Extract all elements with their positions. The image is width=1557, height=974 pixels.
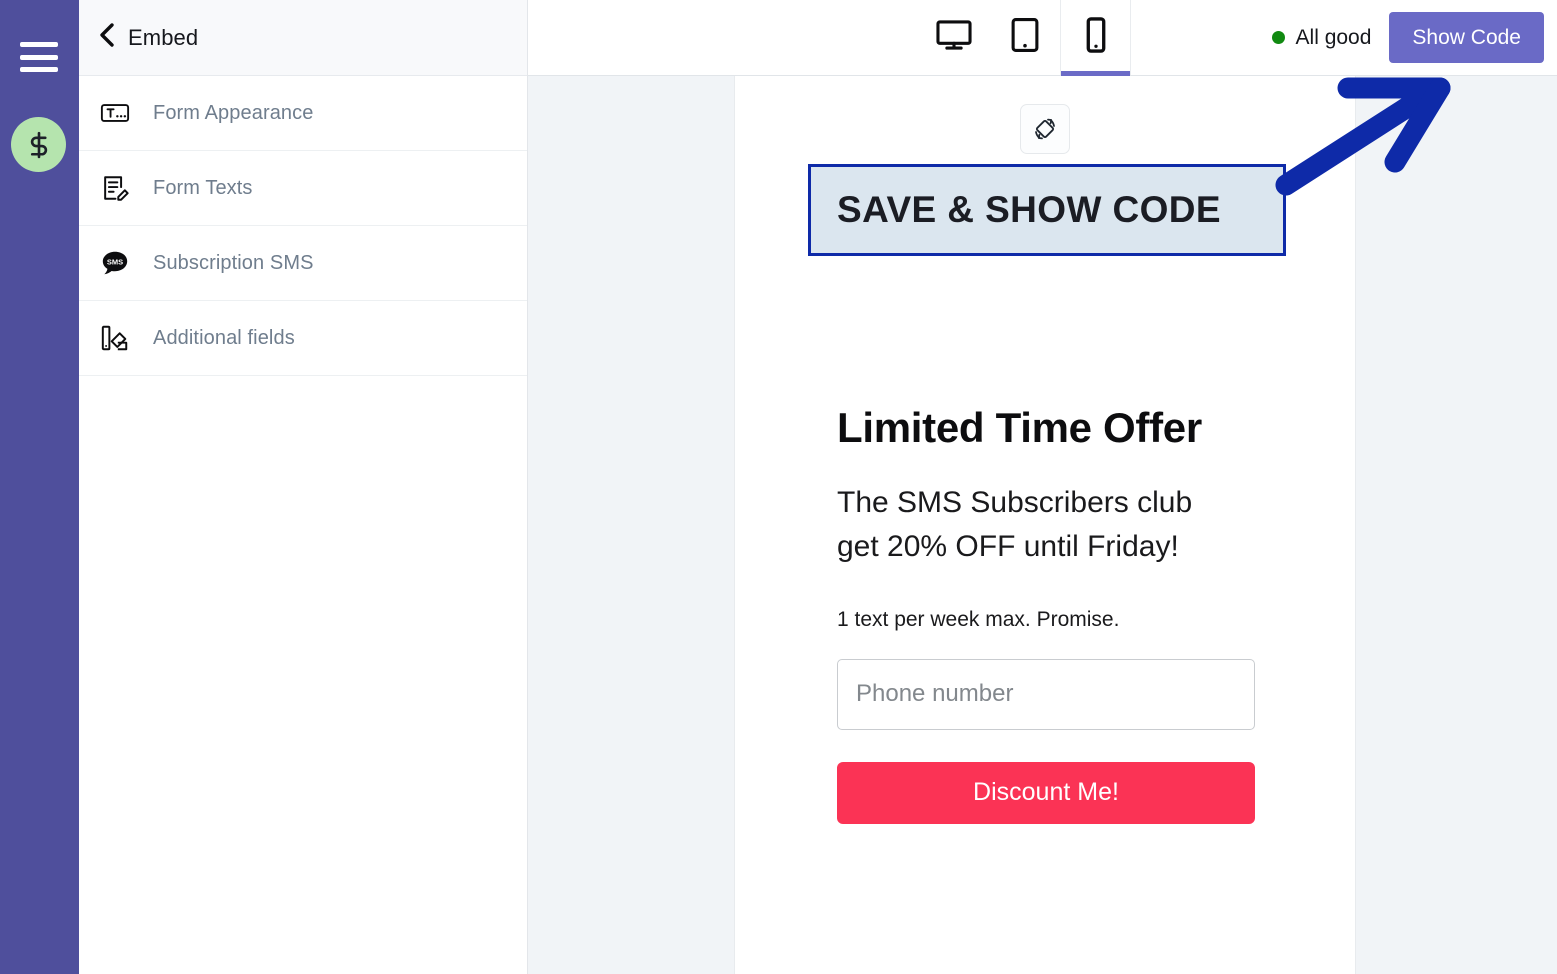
left-nav-rail [0, 0, 79, 974]
save-and-show-code-label: SAVE & SHOW CODE [837, 189, 1221, 230]
save-and-show-code-highlight[interactable]: SAVE & SHOW CODE [808, 164, 1286, 256]
phone-number-input[interactable] [837, 658, 1255, 730]
form-subheading: The SMS Subscribers club get 20% OFF unt… [837, 486, 1193, 564]
color-swatch-icon [98, 321, 132, 355]
device-tab-tablet[interactable] [989, 0, 1060, 75]
svg-text:SMS: SMS [107, 258, 123, 267]
dollar-sign-icon[interactable] [11, 117, 66, 172]
app-root: Embed Form Appearance Form Texts SMS Sub… [0, 0, 1557, 974]
status-dot-icon [1271, 31, 1285, 44]
desktop-monitor-icon [935, 16, 973, 59]
device-tabs [918, 0, 1131, 76]
settings-panel: Embed Form Appearance Form Texts SMS Sub… [79, 0, 528, 974]
tablet-icon [1006, 16, 1044, 59]
status-badge: All good [1271, 25, 1372, 50]
form-heading: Limited Time Offer [837, 404, 1202, 451]
sidebar-item-form-appearance[interactable]: Form Appearance [79, 76, 527, 151]
settings-list: Form Appearance Form Texts SMS Subscript… [79, 76, 527, 974]
hamburger-bar [20, 42, 58, 47]
form-note: 1 text per week max. Promise. [837, 607, 1120, 631]
toolbar-right: All good Show Code [1271, 0, 1557, 75]
sidebar-item-additional-fields[interactable]: Additional fields [79, 301, 527, 376]
mobile-preview-frame: SAVE & SHOW CODE Limited Time Offer The … [735, 76, 1355, 974]
sidebar-item-label: Subscription SMS [153, 251, 314, 274]
sidebar-item-label: Form Appearance [153, 101, 314, 124]
device-tab-mobile[interactable] [1060, 0, 1131, 76]
discount-me-button[interactable]: Discount Me! [837, 761, 1255, 824]
text-field-icon [98, 96, 132, 130]
document-edit-icon [98, 171, 132, 205]
hamburger-bar [20, 67, 58, 72]
sms-bubble-icon: SMS [98, 246, 132, 280]
signup-form: Limited Time Offer The SMS Subscribers c… [837, 404, 1355, 824]
main-area: All good Show Code SAVE & SHOW CODE Limi… [528, 0, 1557, 974]
back-chevron-icon[interactable] [98, 22, 115, 53]
mobile-phone-icon [1077, 16, 1115, 59]
screen-rotation-icon[interactable] [1020, 104, 1070, 154]
sidebar-item-form-texts[interactable]: Form Texts [79, 151, 527, 226]
status-label: All good [1295, 25, 1372, 49]
hamburger-menu-icon[interactable] [20, 42, 58, 72]
sidebar-item-label: Form Texts [153, 176, 253, 199]
device-tab-desktop[interactable] [918, 0, 989, 75]
preview-toolbar: All good Show Code [528, 0, 1557, 76]
sidebar-item-subscription-sms[interactable]: SMS Subscription SMS [79, 226, 527, 301]
preview-canvas: SAVE & SHOW CODE Limited Time Offer The … [528, 76, 1557, 974]
page-title: Embed [128, 24, 199, 50]
sidebar-item-label: Additional fields [153, 326, 295, 349]
show-code-button[interactable]: Show Code [1389, 12, 1544, 63]
panel-header-back[interactable]: Embed [79, 0, 527, 76]
hamburger-bar [20, 54, 58, 60]
